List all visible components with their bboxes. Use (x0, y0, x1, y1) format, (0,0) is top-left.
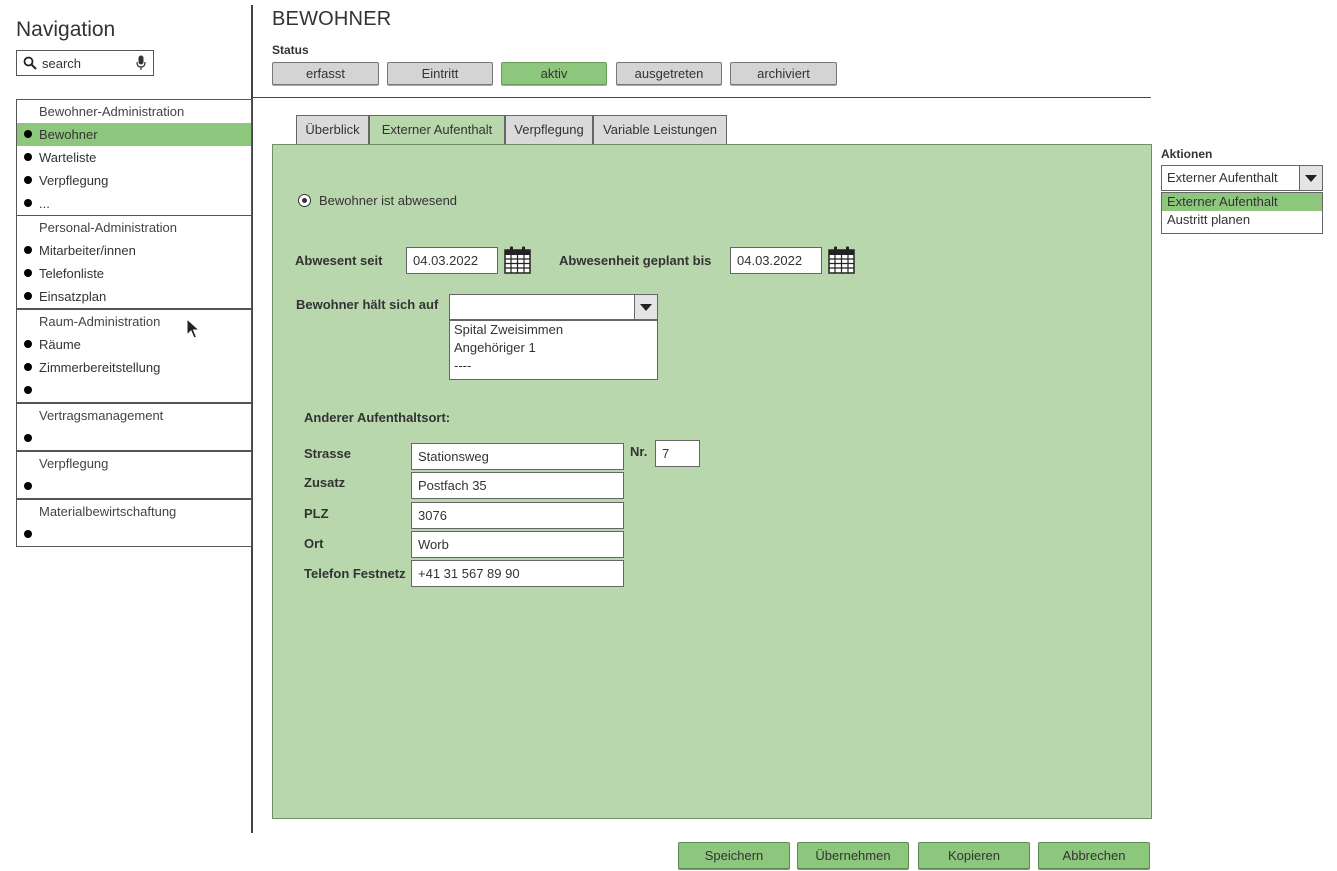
bullet-icon (24, 176, 32, 184)
location-option[interactable]: Angehöriger 1 (450, 339, 657, 357)
nr-field[interactable]: 7 (655, 440, 700, 467)
bullet-icon (24, 434, 32, 442)
sidebar-item-empty[interactable] (17, 475, 251, 498)
bullet-icon (24, 386, 32, 394)
status-aktiv-button[interactable]: aktiv (501, 62, 607, 85)
phone-field[interactable]: +41 31 567 89 90 (411, 560, 624, 587)
copy-button[interactable]: Kopieren (918, 842, 1030, 869)
nav-group-title: Personal-Administration (39, 220, 178, 235)
location-option[interactable]: Spital Zweisimmen (450, 321, 657, 339)
sidebar-item-empty[interactable] (17, 427, 251, 450)
other-location-heading: Anderer Aufenthaltsort: (304, 410, 451, 425)
addition-label: Zusatz (304, 475, 346, 490)
nr-label: Nr. (630, 444, 648, 459)
bullet-icon (24, 340, 32, 348)
save-button[interactable]: Speichern (678, 842, 790, 869)
actions-label: Aktionen (1161, 147, 1213, 161)
chevron-down-icon[interactable] (634, 295, 657, 319)
navigation-title: Navigation (16, 18, 116, 41)
absent-since-label: Abwesent seit (295, 253, 383, 268)
bullet-icon (24, 246, 32, 254)
tab-verpflegung[interactable]: Verpflegung (505, 115, 593, 145)
search-input[interactable]: search (16, 50, 154, 76)
sidebar-item-empty[interactable] (17, 523, 251, 546)
phone-label: Telefon Festnetz (304, 566, 406, 581)
calendar-icon[interactable] (504, 246, 531, 274)
street-field[interactable]: Stationsweg (411, 443, 624, 470)
zip-label: PLZ (304, 506, 329, 521)
bullet-icon (24, 153, 32, 161)
search-icon (23, 56, 37, 70)
status-ausgetreten-button[interactable]: ausgetreten (616, 62, 722, 85)
status-label: Status (272, 43, 309, 57)
sidebar-item-einsatzplan[interactable]: Einsatzplan (17, 285, 251, 308)
status-erfasst-button[interactable]: erfasst (272, 62, 379, 85)
actions-selected-value: Externer Aufenthalt (1167, 170, 1278, 185)
bullet-icon (24, 482, 32, 490)
bullet-icon (24, 530, 32, 538)
city-field[interactable]: Worb (411, 531, 624, 558)
location-option[interactable]: ---- (450, 357, 657, 375)
zip-field[interactable]: 3076 (411, 502, 624, 529)
street-label: Strasse (304, 446, 351, 461)
actions-select[interactable]: Externer Aufenthalt (1161, 165, 1323, 191)
location-options-list: Spital Zweisimmen Angehöriger 1 ---- (449, 320, 658, 380)
nav-group-materialbewirtschaftung: Materialbewirtschaftung (16, 499, 252, 547)
absent-since-field[interactable]: 04.03.2022 (406, 247, 498, 274)
apply-button[interactable]: Übernehmen (797, 842, 909, 869)
bullet-icon (24, 292, 32, 300)
header-divider (253, 97, 1151, 98)
sidebar-item-warteliste[interactable]: Warteliste (17, 146, 251, 169)
nav-group-title: Verpflegung (39, 456, 109, 471)
location-select[interactable] (449, 294, 658, 320)
tab-panel (272, 144, 1152, 819)
nav-group-personal-administration: Personal-Administration Mitarbeiter/inne… (16, 215, 252, 309)
actions-option[interactable]: Externer Aufenthalt (1162, 193, 1322, 211)
actions-option[interactable]: Austritt planen (1162, 211, 1322, 229)
sidebar-item-bewohner[interactable]: Bewohner (17, 123, 251, 146)
cancel-button[interactable]: Abbrechen (1038, 842, 1150, 869)
page-title: BEWOHNER (272, 8, 392, 30)
nav-group-verpflegung: Verpflegung (16, 451, 252, 499)
nav-group-vertragsmanagement: Vertragsmanagement (16, 403, 252, 451)
absent-radio-label: Bewohner ist abwesend (319, 193, 458, 208)
city-label: Ort (304, 536, 324, 551)
planned-until-field[interactable]: 04.03.2022 (730, 247, 822, 274)
chevron-down-icon[interactable] (1299, 166, 1322, 190)
nav-group-title: Vertragsmanagement (39, 408, 164, 423)
search-placeholder: search (42, 56, 82, 71)
planned-until-label: Abwesenheit geplant bis (559, 253, 712, 268)
nav-group-raum-administration: Raum-Administration Räume Zimmerbereitst… (16, 309, 252, 403)
mouse-cursor-icon (186, 318, 200, 339)
nav-group-bewohner-administration: Bewohner-Administration Bewohner Warteli… (16, 99, 252, 216)
sidebar-item-telefonliste[interactable]: Telefonliste (17, 262, 251, 285)
sidebar-item-zimmerbereitstellung[interactable]: Zimmerbereitstellung (17, 356, 251, 379)
tab-variable-leistungen[interactable]: Variable Leistungen (593, 115, 727, 145)
sidebar-item-mitarbeiter[interactable]: Mitarbeiter/innen (17, 239, 251, 262)
sidebar-item-empty[interactable] (17, 379, 251, 402)
nav-group-title: Materialbewirtschaftung (39, 504, 177, 519)
addition-field[interactable]: Postfach 35 (411, 472, 624, 499)
calendar-icon[interactable] (828, 246, 855, 274)
tab-ueberblick[interactable]: Überblick (296, 115, 369, 145)
sidebar-item-more[interactable]: ... (17, 192, 251, 215)
bullet-icon (24, 363, 32, 371)
sidebar-item-verpflegung[interactable]: Verpflegung (17, 169, 251, 192)
nav-group-title: Raum-Administration (39, 314, 161, 329)
status-eintritt-button[interactable]: Eintritt (387, 62, 493, 85)
bullet-icon (24, 269, 32, 277)
location-label: Bewohner hält sich auf (296, 297, 439, 312)
tab-externer-aufenthalt[interactable]: Externer Aufenthalt (369, 115, 505, 146)
bullet-icon (24, 199, 32, 207)
nav-group-title: Bewohner-Administration (39, 104, 185, 119)
microphone-icon[interactable] (136, 55, 146, 71)
absent-radio[interactable] (298, 194, 311, 207)
status-archiviert-button[interactable]: archiviert (730, 62, 837, 85)
sidebar-item-raeume[interactable]: Räume (17, 333, 251, 356)
actions-options-list: Externer Aufenthalt Austritt planen (1161, 192, 1323, 234)
bullet-icon (24, 130, 32, 138)
